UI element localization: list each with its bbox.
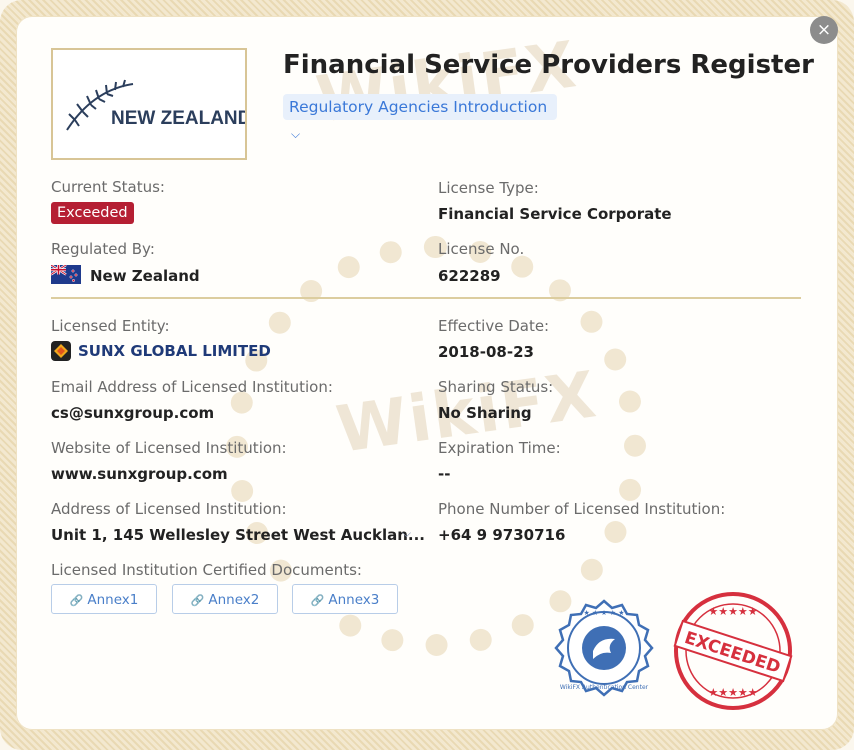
address-label: Address of Licensed Institution: — [51, 500, 287, 518]
svg-text:★★★★★: ★★★★★ — [708, 605, 757, 618]
phone-value: +64 9 9730716 — [438, 526, 566, 544]
sharing-status-label: Sharing Status: — [438, 378, 554, 396]
address-expand-chevron-icon[interactable]: ⌵ — [402, 526, 411, 541]
fern-icon: NEW ZEALAND — [66, 79, 251, 131]
new-zealand-flag-icon — [51, 265, 81, 284]
annex-label[interactable]: Annex1 — [87, 592, 138, 608]
annex-label[interactable]: Annex2 — [208, 592, 259, 608]
close-button[interactable]: × — [810, 16, 838, 44]
sunx-logo-icon — [51, 341, 71, 361]
authentication-seal-icon: ★ ★ ★ ★ ★ WikiFX Authentication Center — [554, 599, 654, 697]
effective-date-value: 2018-08-23 — [438, 343, 534, 361]
wikifx-watermark: WikiFX — [312, 28, 582, 138]
effective-date-label: Effective Date: — [438, 317, 550, 335]
seal-text: WikiFX Authentication Center — [560, 684, 649, 691]
link-icon: 🔗 — [310, 594, 325, 607]
annex3-button[interactable]: 🔗 Annex3 — [292, 584, 398, 614]
licensed-entity-link[interactable]: SUNX GLOBAL LIMITED — [78, 342, 271, 360]
regulatory-agencies-label[interactable]: Regulatory Agencies Introduction — [289, 98, 547, 116]
page-title: Financial Service Providers Register — [283, 50, 814, 80]
license-no-value: 622289 — [438, 267, 501, 285]
regulatory-agencies-link[interactable]: Regulatory Agencies Introduction⌵ — [283, 94, 557, 141]
close-icon[interactable]: × — [817, 20, 831, 40]
section-divider — [51, 297, 801, 299]
email-label: Email Address of Licensed Institution: — [51, 378, 333, 396]
svg-text:★★★★★: ★★★★★ — [708, 686, 757, 699]
link-icon: 🔗 — [190, 594, 205, 607]
address-value: Unit 1, 145 Wellesley Street West Auckla… — [51, 526, 425, 544]
license-type-value: Financial Service Corporate — [438, 205, 672, 223]
current-status-label: Current Status: — [51, 178, 165, 196]
status-badge: Exceeded — [51, 202, 134, 224]
regulator-logo: NEW ZEALAND — [51, 48, 251, 160]
expiration-label: Expiration Time: — [438, 439, 561, 457]
documents-label: Licensed Institution Certified Documents… — [51, 561, 362, 579]
chevron-down-icon[interactable]: ⌵ — [291, 121, 300, 147]
logo-text: NEW ZEALAND — [111, 108, 245, 129]
licensed-entity-label: Licensed Entity: — [51, 317, 170, 335]
exceeded-stamp-icon: ★★★★★ ★★★★★ EXCEEDED — [673, 592, 793, 710]
link-icon: 🔗 — [69, 594, 84, 607]
annex-label[interactable]: Annex3 — [328, 592, 379, 608]
email-value: cs@sunxgroup.com — [51, 404, 215, 422]
phone-label: Phone Number of Licensed Institution: — [438, 500, 726, 518]
website-label: Website of Licensed Institution: — [51, 439, 287, 457]
annex2-button[interactable]: 🔗 Annex2 — [172, 584, 278, 614]
sharing-status-value: No Sharing — [438, 404, 532, 422]
website-value: www.sunxgroup.com — [51, 465, 228, 483]
regulated-by-value: New Zealand — [90, 267, 200, 285]
expiration-value: -- — [438, 465, 451, 483]
annex1-button[interactable]: 🔗 Annex1 — [51, 584, 157, 614]
license-type-label: License Type: — [438, 179, 539, 197]
license-no-label: License No. — [438, 240, 525, 258]
regulated-by-label: Regulated By: — [51, 240, 155, 258]
svg-text:★ ★ ★ ★ ★: ★ ★ ★ ★ ★ — [583, 609, 624, 617]
